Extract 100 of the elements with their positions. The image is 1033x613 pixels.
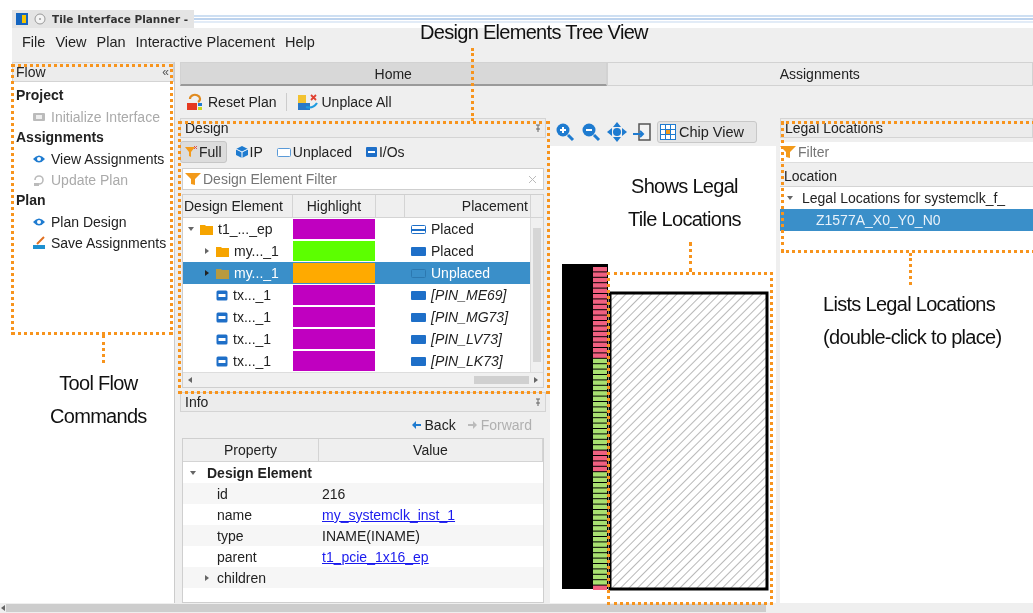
zoom-out-icon[interactable] <box>581 122 601 142</box>
tree-toggle-icon[interactable] <box>187 225 195 233</box>
back-button[interactable]: Back <box>411 417 456 433</box>
pin-icon <box>535 398 541 407</box>
tree-row[interactable]: my..._1 Unplaced <box>183 262 530 284</box>
property-name: children <box>217 569 267 586</box>
tree-row[interactable]: tx..._1 [PIN_LK73] <box>183 350 530 372</box>
collapse-button[interactable]: « <box>162 65 169 79</box>
eye-icon <box>32 153 46 164</box>
scrollbar[interactable] <box>0 603 1033 613</box>
menu-item[interactable]: Interactive Placement <box>131 32 279 52</box>
element-name: tx..._1 <box>233 287 272 303</box>
placed-icon <box>411 334 426 344</box>
location-label: Legal Locations for systemclk_f_ <box>802 190 1006 206</box>
tree-toggle-icon[interactable] <box>203 269 211 277</box>
eye-icon <box>32 216 46 227</box>
folder-icon <box>200 223 213 235</box>
tree-row[interactable]: my..._1 Placed <box>183 240 530 262</box>
tab[interactable]: Assignments <box>606 62 1033 86</box>
zoom-in-icon[interactable] <box>555 122 575 142</box>
scroll-right-icon[interactable] <box>532 376 540 384</box>
tree-row[interactable]: t1_..._ep Placed <box>183 218 530 240</box>
scroll-left-icon[interactable] <box>186 376 194 384</box>
pan-icon[interactable] <box>607 122 627 142</box>
placement-status: [PIN_MG73] <box>431 309 509 325</box>
menu-item[interactable]: File <box>18 32 50 52</box>
property-name: name <box>217 506 253 523</box>
element-name: t1_..._ep <box>218 221 273 237</box>
placed-icon <box>411 356 426 366</box>
arrow-icon <box>467 421 477 429</box>
grid-icon <box>660 124 676 140</box>
funnel-icon <box>185 172 201 186</box>
tab[interactable]: Home <box>180 62 607 86</box>
tree-toggle-icon[interactable] <box>203 247 211 255</box>
section-heading: Plan <box>16 191 47 210</box>
chip-view-button[interactable]: Chip View <box>657 121 758 143</box>
unplace-all-button[interactable]: Unplace All <box>295 91 394 113</box>
filter-input[interactable]: Design Element Filter <box>203 171 526 187</box>
folder-icon <box>216 245 229 257</box>
filter-field[interactable]: Filter <box>780 142 1033 163</box>
property-name: id <box>217 485 228 502</box>
unplace-icon <box>297 93 320 111</box>
scrollbar[interactable] <box>183 372 543 387</box>
column-header[interactable]: Value <box>319 439 543 461</box>
io-icon <box>216 311 228 323</box>
tree-row[interactable]: tx..._1 [PIN_ME69] <box>183 284 530 306</box>
column-header[interactable]: Design Element <box>183 195 293 217</box>
menu-item[interactable]: View <box>51 32 91 52</box>
tree-toggle-icon[interactable] <box>786 194 794 202</box>
placement-status: Unplaced <box>431 265 491 281</box>
element-name: my..._1 <box>234 265 279 281</box>
filter-toggle[interactable]: Unplaced <box>271 141 357 163</box>
scroll-left-icon[interactable] <box>0 605 6 611</box>
element-name: tx..._1 <box>233 309 272 325</box>
filter-field[interactable]: Design Element Filter <box>182 168 544 190</box>
menu-item[interactable]: Help <box>281 32 319 52</box>
pencil-icon <box>32 235 46 250</box>
filter-toggle[interactable]: I/Os <box>360 141 410 163</box>
flow-command[interactable]: Save Assignments <box>16 232 174 253</box>
property-value: INAME(INAME) <box>322 527 420 544</box>
tree-toggle-icon[interactable] <box>203 573 211 582</box>
placed-icon <box>411 224 426 234</box>
flow-command[interactable]: View Assignments <box>16 148 174 169</box>
io-icon <box>365 147 377 157</box>
window-title: Tile Interface Planner - <box>52 13 189 25</box>
panel-title: Flow <box>16 64 46 80</box>
property-name: type <box>217 527 244 544</box>
filter-input[interactable]: Filter <box>798 144 1033 160</box>
tree-row[interactable]: tx..._1 [PIN_LV73] <box>183 328 530 350</box>
io-icon <box>216 355 228 367</box>
chip-icon <box>32 111 46 122</box>
placed-icon <box>411 246 426 256</box>
fit-icon[interactable] <box>633 122 651 142</box>
filter-toggle[interactable]: Full <box>180 141 227 163</box>
filter-toggle[interactable]: IP <box>230 141 268 163</box>
property-name: parent <box>217 548 257 565</box>
menu-item[interactable]: Plan <box>92 32 130 52</box>
placed-icon <box>411 312 426 322</box>
tree-toggle-icon[interactable] <box>189 468 197 477</box>
placement-status: [PIN_LV73] <box>431 331 502 347</box>
io-icon <box>216 289 228 301</box>
placement-status: [PIN_ME69] <box>431 287 507 303</box>
leader-line <box>102 335 105 363</box>
app-icon <box>16 13 28 25</box>
column-header[interactable]: Placement <box>405 195 531 217</box>
column-header[interactable]: Highlight <box>293 195 376 217</box>
column-header[interactable]: Property <box>183 439 319 461</box>
panel-title: Legal Locations <box>785 120 884 136</box>
placement-status: [PIN_LK73] <box>431 353 503 369</box>
location-row[interactable]: Legal Locations for systemclk_f_ <box>780 187 1033 209</box>
panel-title: Design <box>185 120 229 136</box>
leader-line <box>689 242 692 272</box>
pin-icon <box>535 124 541 133</box>
property-link[interactable]: t1_pcie_1x16_ep <box>322 548 429 565</box>
tree-row[interactable]: tx..._1 [PIN_MG73] <box>183 306 530 328</box>
reset-plan-button[interactable]: Reset Plan <box>184 91 279 113</box>
scrollbar[interactable] <box>530 218 543 372</box>
property-link[interactable]: my_systemclk_inst_1 <box>322 506 456 523</box>
flow-command[interactable]: Plan Design <box>16 211 174 232</box>
group-label: Design Element <box>207 464 313 481</box>
